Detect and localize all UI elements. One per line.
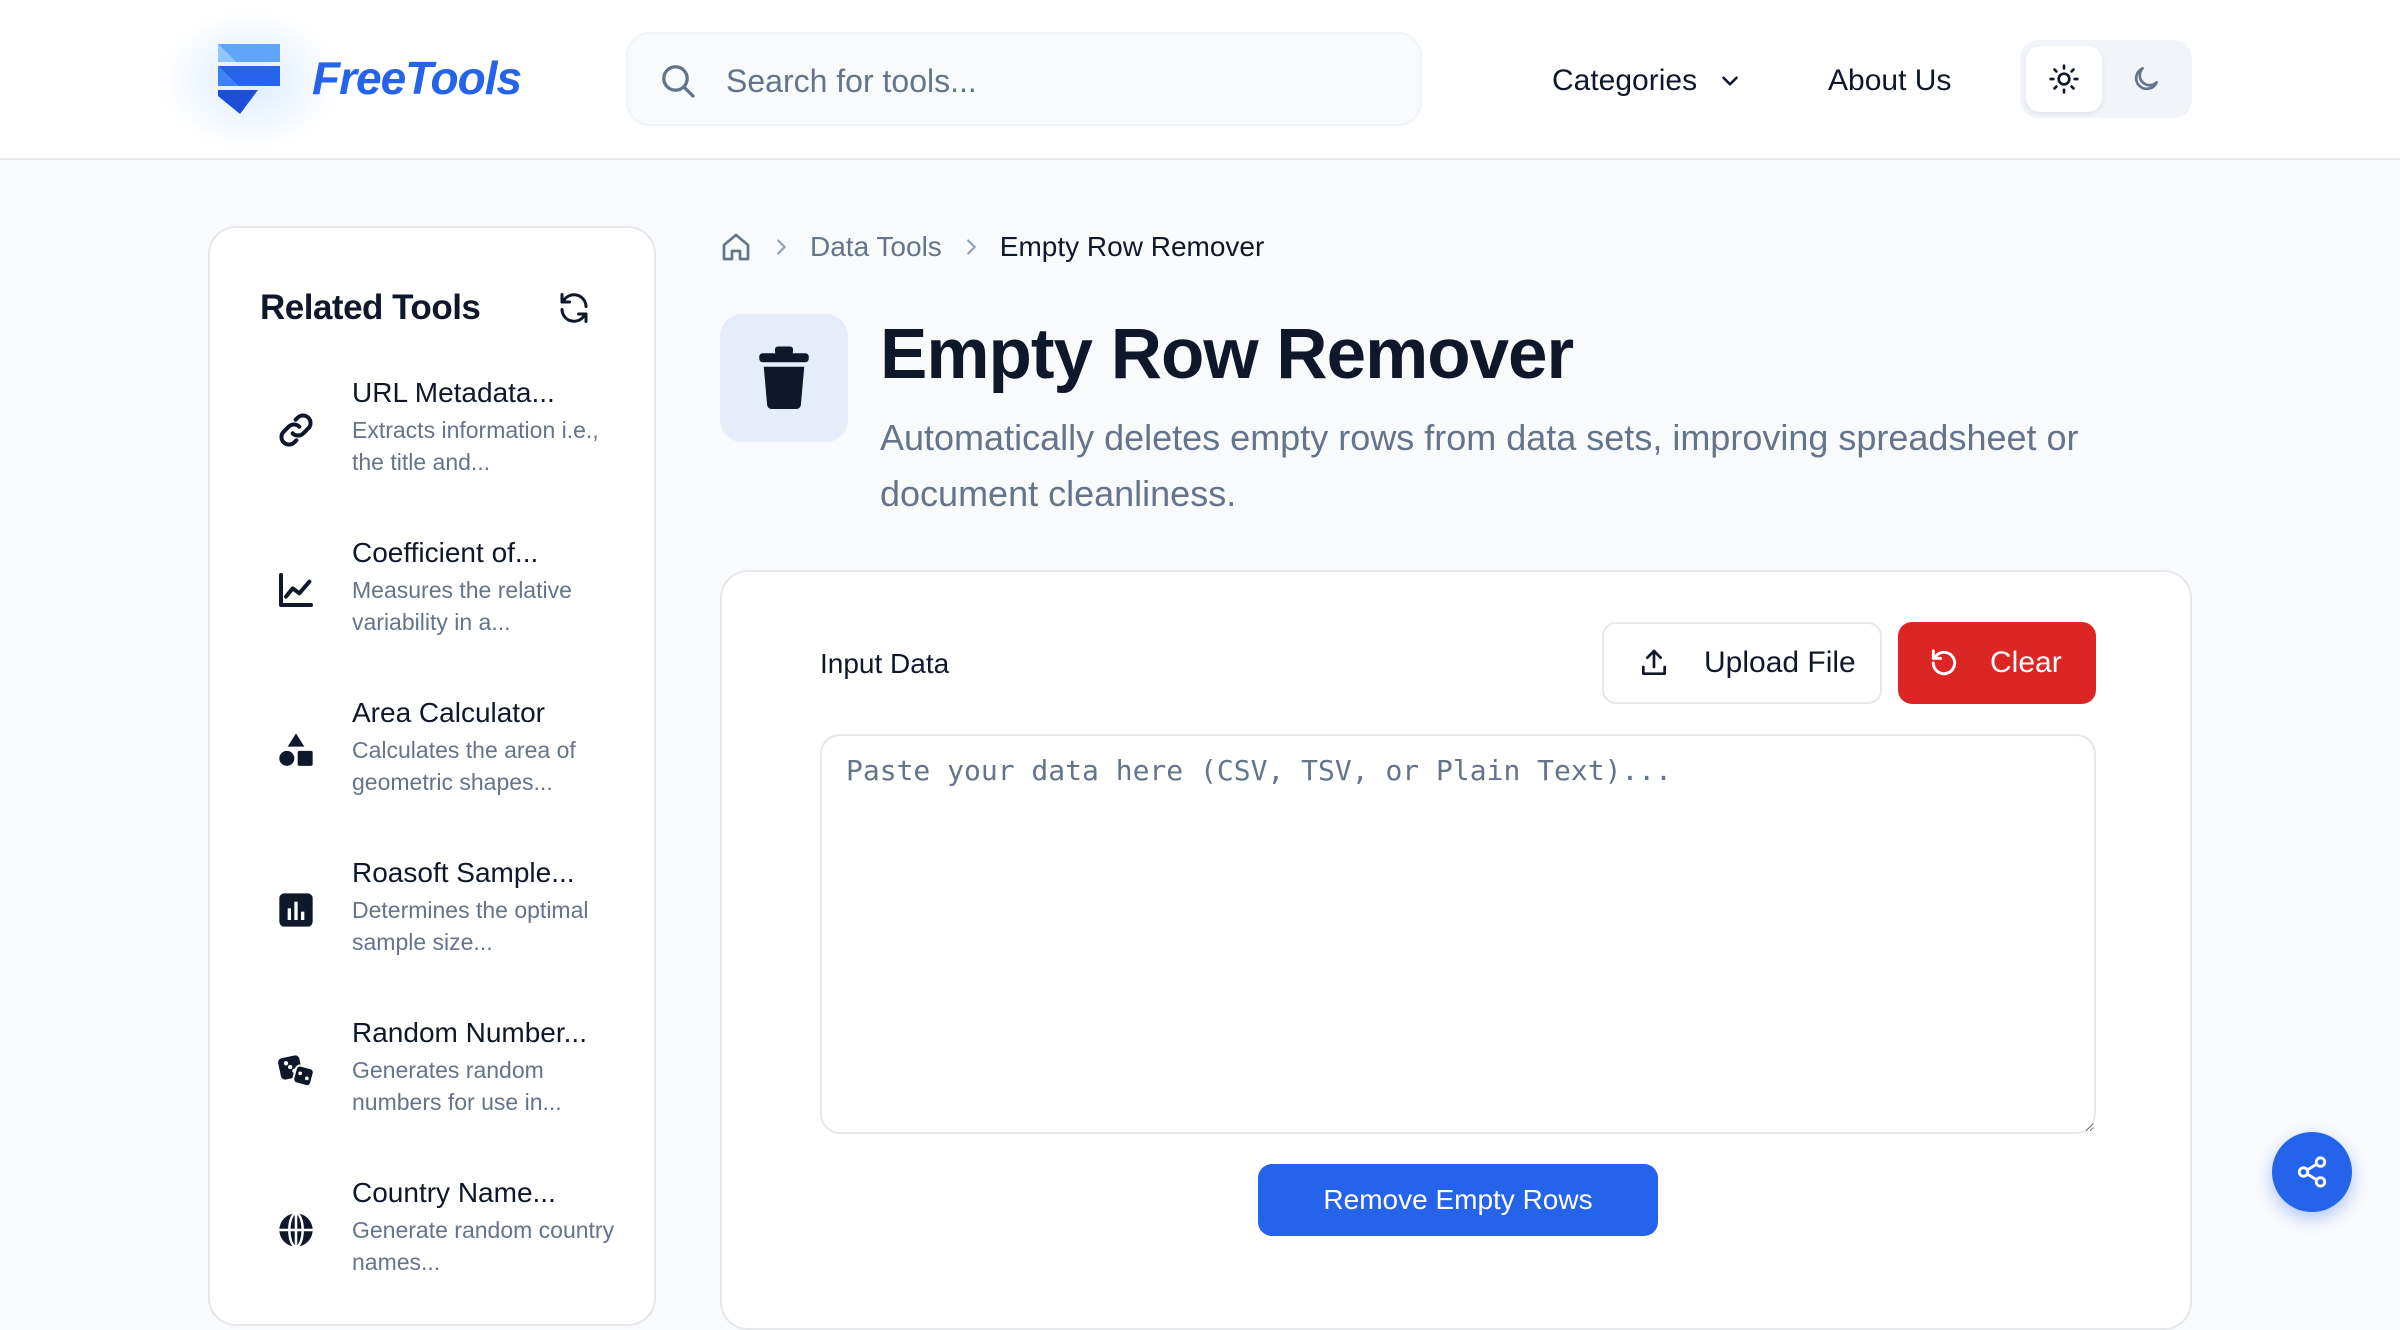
related-tool-desc: Calculates the area of geometric shapes.… — [352, 737, 576, 795]
page-description: Automatically deletes empty rows from da… — [880, 417, 2079, 514]
related-tool-country-name[interactable]: Country Name... Generate random country … — [260, 1174, 620, 1304]
breadcrumb-current: Empty Row Remover — [999, 231, 1265, 262]
upload-icon — [1642, 649, 1666, 675]
share-button[interactable] — [2272, 1132, 2352, 1212]
related-tool-desc: Generate random country names... — [352, 1217, 615, 1275]
related-tools-title: Related Tools — [260, 288, 481, 327]
related-tool-desc: Measures the relative variability in a..… — [352, 577, 572, 635]
search-bar[interactable] — [626, 32, 1422, 126]
related-tool-roasoft[interactable]: Roasoft Sample... Determines the optimal… — [260, 854, 620, 984]
refresh-icon[interactable] — [556, 290, 592, 326]
home-icon[interactable] — [720, 231, 752, 263]
brand-name[interactable]: FreeTools — [312, 48, 522, 108]
related-tool-name: URL Metadata... — [352, 377, 555, 408]
related-tools-panel: Related Tools URL Metadata... Extracts i… — [208, 226, 656, 1326]
related-tool-name: Random Number... — [352, 1017, 587, 1048]
input-data-label: Input Data — [820, 648, 950, 679]
related-tool-url-metadata[interactable]: URL Metadata... Extracts information i.e… — [260, 374, 620, 504]
breadcrumb-separator — [960, 236, 982, 258]
sun-icon — [2049, 64, 2079, 94]
related-tool-random-number[interactable]: Random Number... Generates random number… — [260, 1014, 620, 1144]
moon-icon — [2134, 67, 2158, 91]
related-tool-name: Area Calculator — [352, 697, 545, 728]
breadcrumb-data-tools[interactable]: Data Tools — [810, 231, 942, 263]
chevron-down-icon — [1722, 76, 1738, 86]
nav-about-us[interactable]: About Us — [1828, 56, 1951, 106]
breadcrumb: Data Tools Empty Row Remover — [720, 224, 1264, 270]
chevron-right-icon — [966, 239, 977, 255]
tool-icon-badge — [720, 314, 848, 442]
related-tool-name: Country Name... — [352, 1177, 556, 1208]
related-tool-name: Coefficient of... — [352, 537, 539, 568]
upload-file-label: Upload File — [1704, 646, 1856, 679]
nav-categories[interactable]: Categories — [1552, 56, 1743, 106]
share-icon — [2297, 1156, 2327, 1188]
theme-toggle — [2020, 40, 2192, 118]
related-tool-area-calculator[interactable]: Area Calculator Calculates the area of g… — [260, 694, 620, 824]
page-title: Empty Row Remover — [880, 315, 1574, 394]
dark-mode-button[interactable] — [2108, 46, 2184, 112]
tool-card: Input Data Upload File Clear Remove Empt… — [720, 570, 2192, 1330]
bar-chart-icon — [279, 893, 313, 927]
remove-empty-rows-button[interactable]: Remove Empty Rows — [1258, 1164, 1658, 1236]
clear-label: Clear — [1990, 646, 2062, 679]
dice-icon — [278, 1055, 315, 1088]
chevron-right-icon — [777, 239, 787, 255]
globe-icon — [279, 1212, 313, 1248]
shapes-icon — [279, 733, 313, 766]
search-input[interactable] — [724, 52, 1384, 110]
clear-button[interactable]: Clear — [1898, 622, 2096, 704]
trash-icon — [759, 346, 809, 410]
site-header: FreeTools Categories About Us — [0, 0, 2400, 160]
link-icon — [279, 413, 313, 447]
related-tool-coefficient[interactable]: Coefficient of... Measures the relative … — [260, 534, 620, 664]
reset-icon — [1931, 649, 1957, 676]
nav-categories-label: Categories — [1552, 64, 1698, 97]
related-tool-desc: Extracts information i.e., the title and… — [352, 417, 599, 475]
related-tool-desc: Determines the optimal sample size... — [352, 897, 589, 955]
freetools-logo-icon[interactable] — [218, 44, 286, 116]
upload-file-button[interactable]: Upload File — [1602, 622, 1882, 704]
search-icon — [662, 65, 695, 98]
related-tool-desc: Generates random numbers for use in... — [352, 1057, 562, 1115]
related-tool-name: Roasoft Sample... — [352, 857, 575, 888]
data-input-textarea[interactable] — [820, 734, 2096, 1134]
light-mode-button[interactable] — [2026, 46, 2102, 112]
line-chart-icon — [279, 573, 313, 607]
breadcrumb-separator — [770, 236, 792, 258]
